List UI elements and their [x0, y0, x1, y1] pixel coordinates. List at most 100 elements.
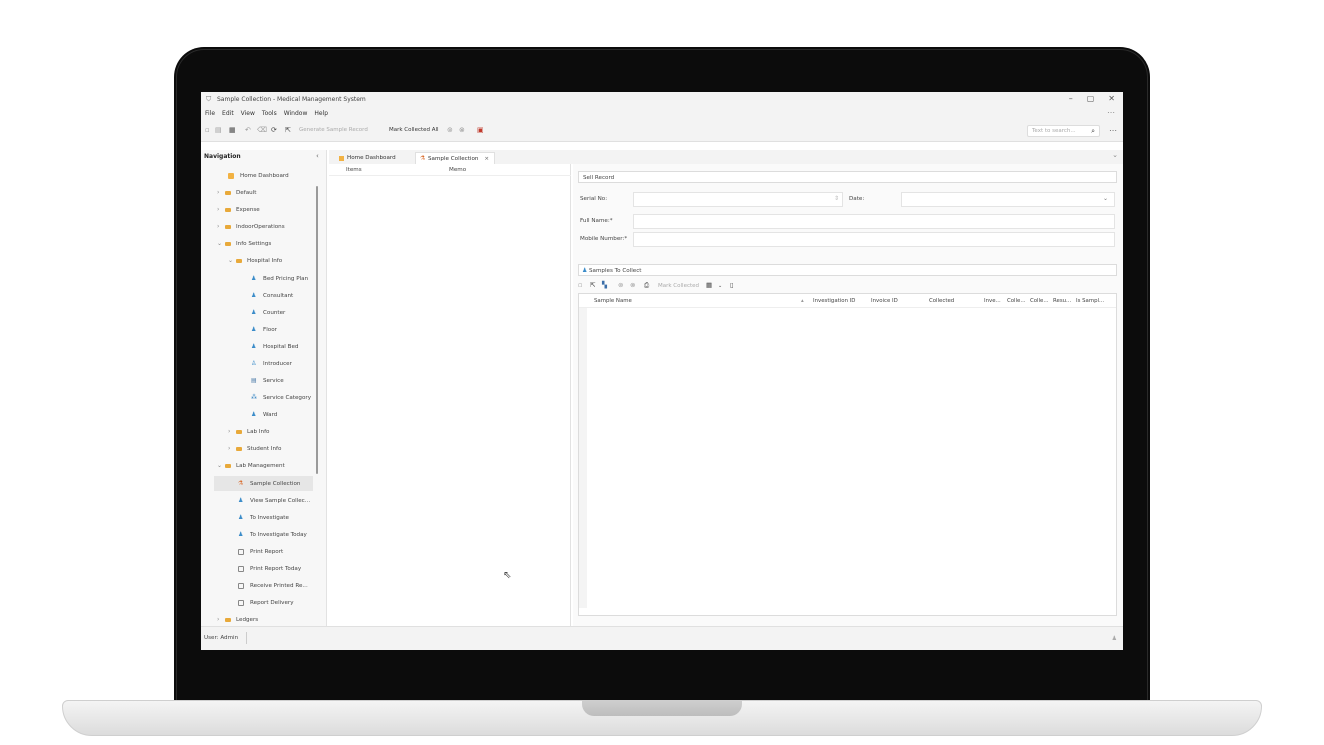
person-icon: ♟ — [251, 274, 257, 282]
reject-icon[interactable]: ⊗ — [459, 126, 465, 135]
report-icon[interactable]: ▣ — [477, 126, 484, 135]
column-invoice-id[interactable]: Invoice ID — [871, 298, 898, 304]
undo-icon[interactable]: ↶ — [245, 126, 251, 135]
layout-icon[interactable]: ▦ — [706, 281, 712, 289]
export-icon[interactable]: ⇱ — [285, 126, 291, 135]
search-icon[interactable]: ⌕ — [1091, 127, 1095, 136]
nav-ledgers[interactable]: › Ledgers — [217, 612, 329, 627]
chevron-right-icon[interactable]: › — [217, 223, 225, 230]
nav-label: Default — [236, 189, 257, 196]
search-box[interactable]: Text to search... ⌕ — [1027, 125, 1100, 137]
generate-sample-record-button[interactable]: Generate Sample Record — [299, 127, 368, 133]
menu-help[interactable]: Help — [314, 110, 328, 117]
collapse-icon[interactable]: ‹ — [316, 152, 319, 160]
save-icon[interactable]: ▤ — [215, 126, 222, 135]
nav-info-settings[interactable]: ⌄ Info Settings — [217, 236, 329, 251]
export-icon[interactable]: ⇱ — [590, 281, 595, 289]
toolbar-more-icon[interactable]: ⋯ — [1109, 126, 1117, 135]
chevron-right-icon[interactable]: › — [228, 445, 236, 452]
nav-home-dashboard[interactable]: Home Dashboard — [228, 168, 340, 183]
approve-icon[interactable]: ⊚ — [447, 126, 453, 135]
status-user: User: Admin — [204, 635, 239, 641]
chevron-down-icon[interactable]: ⌄ — [718, 283, 722, 289]
new-icon[interactable]: ▫ — [205, 126, 210, 135]
approve-icon[interactable]: ⊚ — [618, 281, 623, 289]
nav-label: Print Report Today — [250, 565, 302, 572]
person-icon: ♟ — [238, 530, 244, 538]
chevron-right-icon[interactable]: › — [217, 616, 225, 623]
menu-view[interactable]: View — [241, 110, 255, 117]
mobile-number-label: Mobile Number:* — [580, 236, 628, 242]
search-input[interactable]: Text to search... — [1032, 128, 1076, 134]
close-tab-icon[interactable]: × — [484, 156, 489, 162]
tab-label: Home Dashboard — [347, 155, 396, 161]
spin-icon[interactable]: ⇕ — [834, 195, 839, 202]
chevron-down-icon[interactable]: ⌄ — [217, 462, 225, 469]
nav-label: Student Info — [247, 445, 282, 452]
nav-sample-collection[interactable]: ⚗ Sample Collection — [214, 476, 313, 491]
nav-label: Receive Printed Re... — [250, 582, 308, 589]
chevron-right-icon[interactable]: › — [217, 189, 225, 196]
nav-lab-info[interactable]: › Lab Info — [228, 424, 340, 439]
full-name-input[interactable] — [633, 214, 1115, 229]
grid-edit-icon[interactable]: ▚ — [602, 281, 607, 289]
close-button[interactable]: ✕ — [1108, 94, 1115, 103]
column-inve[interactable]: Inve... — [984, 298, 1001, 304]
reject-icon[interactable]: ⊗ — [630, 281, 635, 289]
date-input[interactable] — [901, 192, 1115, 207]
column-is-sampl[interactable]: Is Sampl... — [1076, 298, 1104, 304]
serial-no-input[interactable] — [633, 192, 843, 207]
mark-collected-all-button[interactable]: Mark Collected All — [389, 127, 439, 133]
layout-icon[interactable]: ▦ — [229, 126, 236, 135]
document-icon[interactable]: ▯ — [730, 281, 734, 289]
menu-window[interactable]: Window — [284, 110, 308, 117]
chevron-down-icon[interactable]: ⌄ — [217, 240, 225, 247]
tab-home-dashboard[interactable]: Home Dashboard — [335, 152, 405, 164]
menu-more-icon[interactable]: ⋯ — [1107, 108, 1115, 117]
folder-icon — [225, 463, 231, 468]
folder-icon — [236, 429, 242, 434]
column-items[interactable]: Items — [346, 167, 362, 173]
column-colle-1[interactable]: Colle... — [1007, 298, 1026, 304]
folder-icon — [225, 617, 231, 622]
chevron-down-icon[interactable]: ⌄ — [228, 257, 236, 264]
sort-icon[interactable]: ▴ — [801, 298, 804, 304]
menu-file[interactable]: File — [205, 110, 215, 117]
add-icon[interactable]: ▫ — [578, 281, 582, 289]
refresh-icon[interactable]: ⟳ — [271, 126, 277, 135]
nav-lab-management[interactable]: ⌄ Lab Management — [217, 458, 329, 473]
print-icon[interactable]: ⎙ — [644, 281, 649, 290]
mobile-number-input[interactable] — [633, 232, 1115, 247]
navigation-scrollbar[interactable] — [316, 186, 318, 474]
nav-indoor-operations[interactable]: › IndoorOperations — [217, 219, 329, 234]
items-list-pane: Items Memo — [329, 164, 571, 626]
samples-to-collect-group: Samples To Collect ♟ — [578, 264, 1117, 276]
sell-record-title: Sell Record — [583, 175, 615, 181]
column-colle-2[interactable]: Colle... — [1030, 298, 1049, 304]
column-collected[interactable]: Collected — [929, 298, 954, 304]
nav-student-info[interactable]: › Student Info — [228, 441, 340, 456]
nav-default[interactable]: › Default — [217, 185, 329, 200]
folder-icon — [225, 190, 231, 195]
date-dropdown-icon[interactable]: ⌄ — [1103, 195, 1108, 202]
folder-icon — [236, 258, 242, 263]
nav-expense[interactable]: › Expense — [217, 202, 329, 217]
chevron-right-icon[interactable]: › — [217, 206, 225, 213]
column-investigation-id[interactable]: Investigation ID — [813, 298, 855, 304]
mark-collected-button[interactable]: Mark Collected — [658, 283, 699, 289]
status-bar: User: Admin ♟ — [201, 626, 1123, 650]
minimize-button[interactable]: – — [1069, 94, 1073, 103]
tab-sample-collection[interactable]: ⚗ Sample Collection × — [415, 152, 495, 164]
column-resu[interactable]: Resu... — [1053, 298, 1071, 304]
column-sample-name[interactable]: Sample Name — [594, 298, 632, 304]
delete-icon[interactable]: ⌫ — [257, 126, 267, 135]
chevron-right-icon[interactable]: › — [228, 428, 236, 435]
maximize-button[interactable]: ▢ — [1087, 94, 1095, 103]
nav-label: Lab Info — [247, 428, 270, 435]
folder-icon — [225, 207, 231, 212]
menu-edit[interactable]: Edit — [222, 110, 234, 117]
column-memo[interactable]: Memo — [449, 167, 466, 173]
tab-dropdown-icon[interactable]: ⌄ — [1112, 151, 1118, 159]
menu-tools[interactable]: Tools — [262, 110, 277, 117]
nav-hospital-info[interactable]: ⌄ Hospital Info — [228, 253, 340, 268]
